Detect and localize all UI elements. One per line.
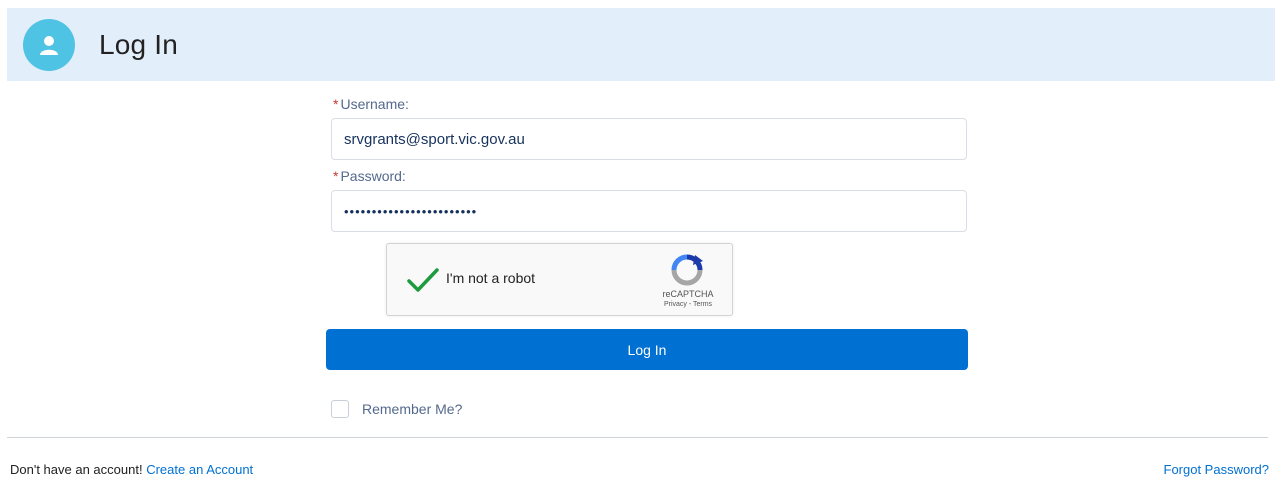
divider xyxy=(7,437,1268,438)
user-avatar-icon xyxy=(23,18,75,71)
recaptcha-widget: I'm not a robot reCAPTCHA Privacy - Term… xyxy=(386,243,733,316)
page-title: Log In xyxy=(99,28,179,60)
required-marker: * xyxy=(333,96,339,112)
create-account-link[interactable]: Create an Account xyxy=(146,462,253,477)
password-label: * Password: xyxy=(333,168,406,184)
remember-me-label: Remember Me? xyxy=(362,401,463,417)
page-header: Log In xyxy=(7,8,1275,81)
footer-signup: Don't have an account! Create an Account xyxy=(10,462,253,477)
required-marker: * xyxy=(333,168,339,184)
username-label-text: Username: xyxy=(340,96,409,112)
forgot-password-link[interactable]: Forgot Password? xyxy=(1164,462,1270,477)
recaptcha-privacy-terms[interactable]: Privacy - Terms xyxy=(645,301,731,308)
remember-me-checkbox[interactable] xyxy=(331,400,349,418)
captcha-label: I'm not a robot xyxy=(446,270,536,286)
captcha-checkmark-icon[interactable] xyxy=(405,262,441,298)
recaptcha-logo-icon xyxy=(669,254,705,286)
recaptcha-brand: reCAPTCHA xyxy=(662,289,714,299)
username-value: srvgrants@sport.vic.gov.au xyxy=(344,130,525,148)
password-value: •••••••••••••••••••••••• xyxy=(344,203,478,219)
remember-me[interactable]: Remember Me? xyxy=(331,400,462,418)
username-field[interactable]: srvgrants@sport.vic.gov.au xyxy=(331,118,967,160)
login-page: Log In * Username: srvgrants@sport.vic.go… xyxy=(0,0,1282,504)
login-button[interactable]: Log In xyxy=(326,329,968,370)
no-account-text: Don't have an account! xyxy=(10,462,143,477)
username-label: * Username: xyxy=(333,96,409,112)
password-label-text: Password: xyxy=(340,168,406,184)
password-field[interactable]: •••••••••••••••••••••••• xyxy=(331,190,967,232)
